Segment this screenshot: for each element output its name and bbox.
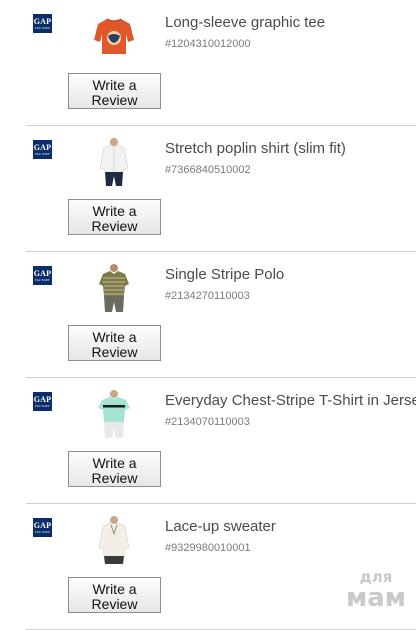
product-sku: #2134070110003 (165, 416, 250, 428)
product-image-poplin-shirt[interactable] (92, 138, 136, 186)
list-item: GAP FACTORY Long-sleeve graphic tee #120… (26, 0, 416, 126)
list-item: GAP FACTORY Everyday Chest-Stripe T-Shir… (26, 378, 416, 504)
list-item: GAP FACTORY Stretch poplin shirt (slim f… (26, 126, 416, 252)
write-review-button[interactable]: Write a Review (68, 451, 161, 487)
gap-logo: GAP FACTORY (33, 266, 52, 285)
product-image-lace-up-sweater[interactable] (92, 516, 136, 564)
product-sku: #2134270110003 (165, 290, 250, 302)
watermark: для мам (345, 568, 406, 613)
product-image-orange-tee[interactable] (92, 12, 136, 60)
gap-logo: GAP FACTORY (33, 518, 52, 537)
write-review-button[interactable]: Write a Review (68, 577, 161, 613)
product-title[interactable]: Single Stripe Polo (165, 266, 284, 283)
write-review-button[interactable]: Write a Review (68, 199, 161, 235)
gap-logo: GAP FACTORY (33, 392, 52, 411)
product-title[interactable]: Everyday Chest-Stripe T-Shirt in Jersey (165, 392, 416, 409)
product-sku: #9329980010001 (165, 542, 251, 554)
product-title[interactable]: Lace-up sweater (165, 518, 276, 535)
gap-logo: GAP FACTORY (33, 140, 52, 159)
product-sku: #1204310012000 (165, 38, 251, 50)
write-review-button[interactable]: Write a Review (68, 325, 161, 361)
product-sku: #7366840510002 (165, 164, 251, 176)
write-review-button[interactable]: Write a Review (68, 73, 161, 109)
product-review-list: GAP FACTORY Long-sleeve graphic tee #120… (0, 0, 416, 630)
product-title[interactable]: Long-sleeve graphic tee (165, 14, 325, 31)
product-image-chest-stripe-tee[interactable] (92, 390, 136, 438)
gap-logo: GAP FACTORY (33, 14, 52, 33)
list-item: GAP FACTORY Single Stripe Polo #21342701… (26, 252, 416, 378)
product-image-stripe-polo[interactable] (92, 264, 136, 312)
product-title[interactable]: Stretch poplin shirt (slim fit) (165, 140, 346, 157)
